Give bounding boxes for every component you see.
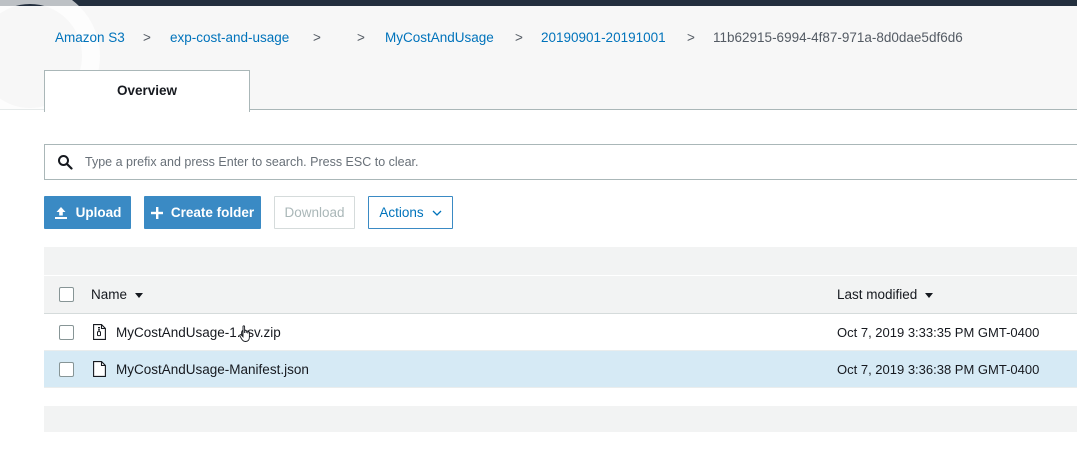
breadcrumb-separator: >	[357, 30, 365, 45]
upload-button[interactable]: Upload	[44, 196, 131, 229]
row-checkbox[interactable]	[59, 362, 74, 377]
table-header-row: Name Last modified	[44, 276, 1077, 314]
file-name-link[interactable]: MyCostAndUsage-Manifest.json	[116, 362, 309, 377]
upload-button-label: Upload	[75, 205, 122, 220]
search-box[interactable]	[44, 144, 1077, 180]
file-icon	[93, 361, 106, 377]
search-icon	[58, 155, 73, 170]
sort-caret-icon	[925, 292, 934, 298]
actions-button-label: Actions	[379, 205, 424, 220]
breadcrumb-separator: >	[143, 30, 151, 45]
breadcrumb-separator: >	[687, 30, 695, 45]
column-header-name-label: Name	[91, 287, 128, 302]
zip-file-icon	[93, 324, 106, 340]
last-modified-value: Oct 7, 2019 3:36:38 PM GMT-0400	[837, 362, 1040, 377]
file-name-link[interactable]: MyCostAndUsage-1.csv.zip	[116, 325, 281, 340]
table-footer-spacer	[44, 406, 1077, 432]
plus-icon	[150, 206, 163, 219]
tab-overview[interactable]: Overview	[44, 70, 250, 112]
sort-caret-icon	[134, 292, 143, 298]
breadcrumb-date-range[interactable]: 20190901-20191001	[541, 30, 666, 45]
column-header-name[interactable]: Name	[91, 287, 143, 302]
table-row[interactable]: MyCostAndUsage-1.csv.zip Oct 7, 2019 3:3…	[44, 314, 1077, 351]
create-folder-button-label: Create folder	[170, 205, 255, 220]
column-header-last-modified-label: Last modified	[837, 287, 918, 302]
actions-dropdown-button[interactable]: Actions	[368, 196, 453, 229]
last-modified-value: Oct 7, 2019 3:33:35 PM GMT-0400	[837, 325, 1040, 340]
column-header-last-modified[interactable]: Last modified	[837, 287, 934, 302]
create-folder-button[interactable]: Create folder	[144, 196, 261, 229]
search-input[interactable]	[85, 145, 1075, 179]
breadcrumb-separator: >	[313, 30, 321, 45]
table-row[interactable]: MyCostAndUsage-Manifest.json Oct 7, 2019…	[44, 351, 1077, 388]
breadcrumb-separator: >	[515, 30, 523, 45]
table-header-spacer	[44, 247, 1077, 275]
breadcrumb-current-folder: 11b62915-6994-4f87-971a-8d0dae5df6d6	[713, 30, 963, 45]
chevron-down-icon	[432, 210, 442, 216]
row-checkbox[interactable]	[59, 325, 74, 340]
download-button[interactable]: Download	[274, 196, 355, 229]
breadcrumb-bucket[interactable]: exp-cost-and-usage	[170, 30, 289, 45]
breadcrumb-amazon-s3[interactable]: Amazon S3	[55, 30, 125, 45]
breadcrumb-report-folder[interactable]: MyCostAndUsage	[385, 30, 494, 45]
select-all-checkbox[interactable]	[59, 287, 74, 302]
download-button-label: Download	[284, 205, 345, 220]
hand-pointer-cursor-icon	[239, 325, 250, 342]
upload-icon	[54, 206, 68, 220]
